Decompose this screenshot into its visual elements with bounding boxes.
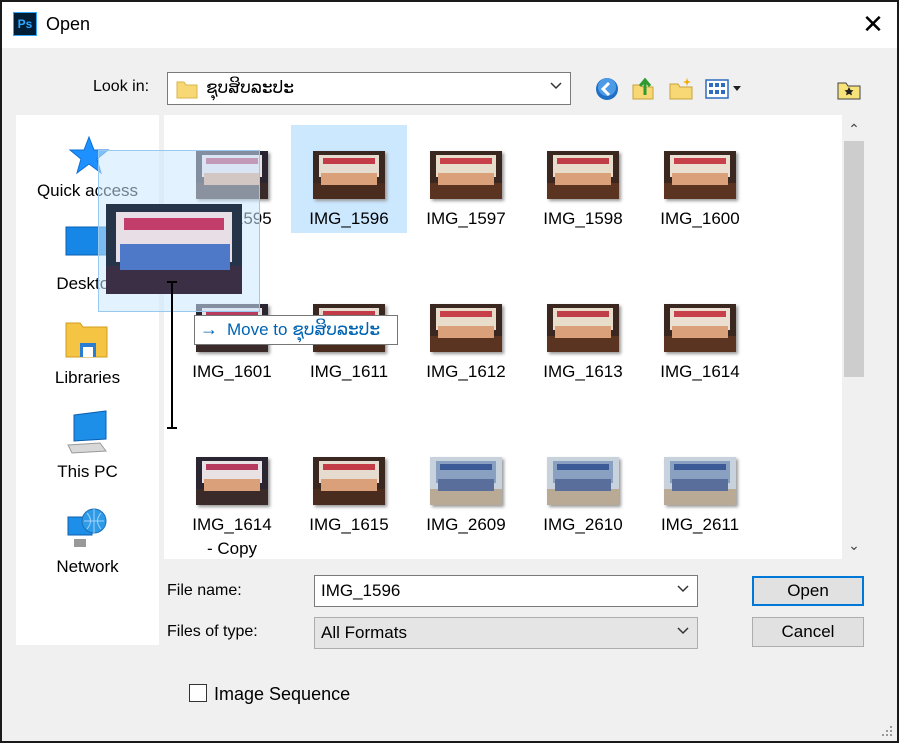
file-item[interactable]: IMG_1598 bbox=[525, 125, 641, 233]
image-sequence-label[interactable]: Image Sequence bbox=[214, 684, 350, 705]
file-name-label: IMG_1614 - Copy bbox=[192, 515, 272, 558]
arrow-right-icon: → bbox=[200, 319, 218, 339]
file-item[interactable]: IMG_2610 bbox=[525, 431, 641, 551]
network-icon bbox=[67, 508, 107, 547]
file-name-label: IMG_1596 bbox=[309, 209, 389, 228]
chevron-down-icon[interactable] bbox=[676, 581, 690, 595]
file-name-label: IMG_1597 bbox=[426, 209, 506, 228]
close-button[interactable]: ✕ bbox=[859, 10, 887, 38]
file-name-label: IMG_1615 bbox=[309, 515, 389, 534]
sidebar-item-label: Libraries bbox=[54, 368, 121, 387]
file-name-label: File name: bbox=[167, 582, 242, 599]
file-item[interactable]: IMG_1614 bbox=[642, 278, 758, 386]
move-tooltip-text: Move to ຊຸບສິບລະປະ bbox=[227, 320, 381, 339]
image-sequence-checkbox[interactable] bbox=[189, 684, 207, 702]
files-of-type-label: Files of type: bbox=[167, 623, 258, 640]
file-item[interactable]: IMG_2611 bbox=[642, 431, 758, 551]
file-name-label: IMG_1600 bbox=[660, 209, 740, 228]
new-folder-icon[interactable] bbox=[668, 76, 694, 102]
file-name-label: IMG_2611 bbox=[660, 515, 740, 534]
sidebar-item-label: This PC bbox=[57, 462, 118, 481]
vertical-scrollbar[interactable]: ⌃ ⌄ bbox=[842, 115, 866, 559]
file-name-label: IMG_1598 bbox=[543, 209, 623, 228]
image-thumbnail bbox=[196, 457, 268, 505]
computer-icon bbox=[67, 410, 107, 454]
files-of-type-dropdown[interactable]: All Formats bbox=[314, 617, 698, 649]
sidebar-item-network[interactable]: Network bbox=[16, 499, 159, 583]
up-folder-icon[interactable] bbox=[631, 75, 657, 101]
image-thumbnail bbox=[664, 457, 736, 505]
file-name-label: IMG_2610 bbox=[543, 515, 623, 534]
image-thumbnail bbox=[547, 151, 619, 199]
file-name-label: IMG_1612 bbox=[426, 362, 506, 381]
resize-grip-icon[interactable] bbox=[881, 725, 893, 737]
window-title: Open bbox=[46, 14, 91, 34]
file-item[interactable]: IMG_1612 bbox=[408, 278, 524, 386]
look-in-value: ຊຸບສິບລະປະ bbox=[206, 78, 294, 97]
image-thumbnail bbox=[430, 151, 502, 199]
file-name-value: IMG_1596 bbox=[321, 581, 401, 600]
title-bar: Ps Open ✕ bbox=[2, 2, 897, 48]
sidebar-item-libraries[interactable]: Libraries bbox=[16, 311, 159, 395]
open-button[interactable]: Open bbox=[752, 576, 864, 606]
image-thumbnail bbox=[547, 457, 619, 505]
file-item[interactable]: IMG_1613 bbox=[525, 278, 641, 386]
file-name-label: IMG_1614 bbox=[660, 362, 740, 381]
image-thumbnail bbox=[430, 457, 502, 505]
back-icon[interactable] bbox=[594, 76, 620, 102]
file-item[interactable]: IMG_2609 bbox=[408, 431, 524, 551]
insertion-line-head bbox=[167, 281, 177, 283]
look-in-dropdown[interactable]: ຊຸບສິບລະປະ bbox=[167, 72, 571, 105]
folder-icon bbox=[176, 81, 198, 99]
image-thumbnail bbox=[313, 457, 385, 505]
files-of-type-value: All Formats bbox=[321, 623, 407, 642]
file-name-label: IMG_1611 bbox=[309, 362, 389, 381]
image-thumbnail bbox=[547, 304, 619, 352]
file-item[interactable]: IMG_1596 bbox=[291, 125, 407, 233]
open-dialog: Ps Open ✕ Look in: ຊຸບສິບລະປະ Quick acce… bbox=[0, 0, 899, 743]
file-item[interactable]: IMG_1597 bbox=[408, 125, 524, 233]
insertion-line bbox=[171, 282, 173, 429]
move-tooltip: → Move to ຊຸບສິບລະປະ bbox=[194, 315, 398, 345]
view-menu-icon[interactable] bbox=[705, 76, 745, 102]
image-thumbnail bbox=[664, 304, 736, 352]
look-in-label: Look in: bbox=[93, 78, 150, 95]
libraries-icon bbox=[65, 322, 108, 358]
photoshop-icon: Ps bbox=[13, 12, 37, 36]
scroll-up-arrow[interactable]: ⌃ bbox=[846, 121, 862, 137]
image-thumbnail bbox=[430, 304, 502, 352]
chevron-down-icon bbox=[677, 627, 689, 635]
sidebar-item-label: Network bbox=[56, 557, 119, 576]
insertion-line-foot bbox=[167, 427, 177, 429]
scrollbar-thumb[interactable] bbox=[844, 141, 864, 377]
file-name-label: IMG_1613 bbox=[543, 362, 623, 381]
file-item[interactable]: IMG_1615 bbox=[291, 431, 407, 551]
chevron-down-icon bbox=[550, 82, 562, 90]
favorite-folder-icon[interactable] bbox=[836, 76, 862, 102]
file-item[interactable]: IMG_1600 bbox=[642, 125, 758, 233]
file-item[interactable]: IMG_1614 - Copy bbox=[174, 431, 290, 558]
file-name-label: IMG_2609 bbox=[426, 515, 506, 534]
sidebar-item-this-pc[interactable]: This PC bbox=[16, 405, 159, 489]
image-thumbnail bbox=[313, 151, 385, 199]
file-name-label: IMG_1601 bbox=[192, 362, 272, 381]
cancel-button[interactable]: Cancel bbox=[752, 617, 864, 647]
scroll-down-arrow[interactable]: ⌄ bbox=[846, 537, 862, 553]
image-thumbnail bbox=[664, 151, 736, 199]
file-name-input[interactable]: IMG_1596 bbox=[314, 575, 698, 607]
